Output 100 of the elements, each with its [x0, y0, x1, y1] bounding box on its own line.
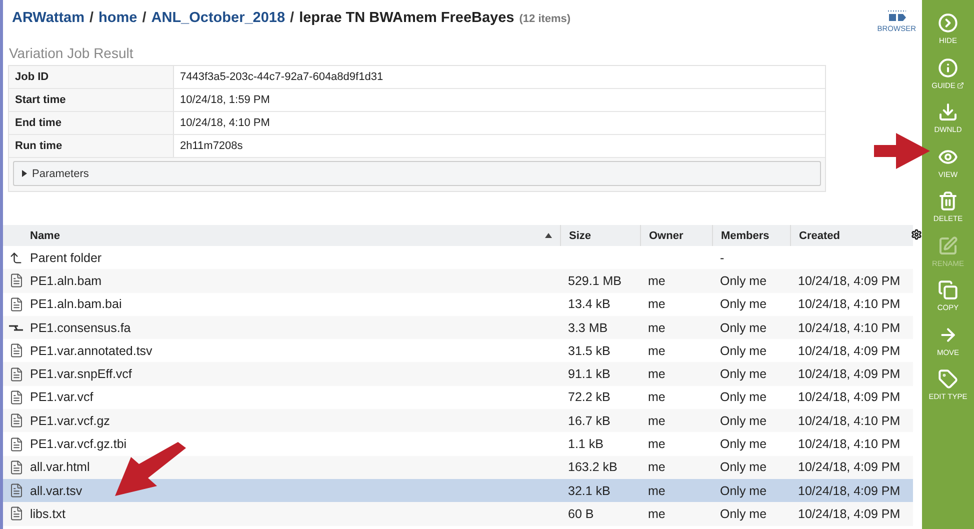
table-cell: me: [648, 484, 666, 498]
file-row[interactable]: all.var.tsv 32.1 kB me Only me 10/24/18, 4:09 PM: [3, 478, 913, 502]
table-cell: -: [720, 250, 724, 265]
table-cell: 60 B: [568, 506, 594, 521]
file-row[interactable]: PE1.aln.bam 529.1 MB me Only me 10/24/18, 4:09 PM: [3, 269, 913, 293]
up-arrow-icon: [9, 250, 23, 265]
table-cell: me: [648, 460, 666, 474]
file-icon: [9, 506, 24, 522]
table-cell: me: [648, 437, 666, 452]
job-field-value: 10/24/18, 1:59 PM: [174, 89, 825, 111]
copy-icon: [938, 280, 958, 300]
table-cell: 10/24/18, 4:09 PM: [798, 484, 900, 498]
table-cell: me: [648, 367, 666, 382]
table-cell: 13.4 kB: [568, 297, 610, 312]
chevron-icon: [938, 13, 958, 34]
file-icon: [9, 483, 24, 498]
table-cell: Only me: [720, 460, 767, 474]
external-link-icon: [957, 82, 964, 89]
table-cell: me: [648, 344, 666, 358]
settings-icon[interactable]: [911, 229, 922, 240]
table-cell: 10/24/18, 4:09 PM: [798, 367, 900, 382]
breadcrumb-link[interactable]: home: [98, 10, 138, 26]
file-row[interactable]: PE1.var.vcf.gz 16.7 kB me Only me 10/24/18, 4:10 PM: [3, 409, 913, 432]
table-cell: 10/24/18, 4:10 PM: [798, 414, 900, 428]
table-cell: Only me: [720, 320, 767, 335]
parameters-toggle[interactable]: Parameters: [13, 161, 821, 186]
table-cell: 3.3 MB: [568, 320, 608, 335]
file-name: PE1.aln.bam: [30, 274, 102, 288]
table-cell: Only me: [720, 297, 767, 312]
table-cell: Only me: [720, 414, 767, 428]
table-cell: 16.7 kB: [568, 414, 610, 428]
job-field-value: 2h11m7208s: [174, 135, 825, 157]
browser-icon: [886, 10, 907, 22]
file-icon: [9, 273, 24, 288]
breadcrumb-separator: /: [90, 10, 94, 26]
table-cell: 163.2 kB: [568, 460, 618, 474]
table-cell: 10/24/18, 4:09 PM: [798, 460, 900, 474]
table-cell: 91.1 kB: [568, 367, 610, 382]
download-icon: [938, 102, 958, 122]
table-cell: me: [648, 297, 666, 312]
tag-icon: [938, 369, 958, 390]
info-icon: [938, 58, 958, 78]
file-row[interactable]: libs.txt 60 B me Only me 10/24/18, 4:09 PM: [3, 502, 913, 526]
table-cell: 10/24/18, 4:09 PM: [798, 274, 900, 288]
breadcrumb-separator: /: [142, 10, 146, 26]
sort-arrow-icon: [545, 233, 552, 238]
table-cell: 10/24/18, 4:09 PM: [798, 506, 900, 521]
table-cell: 1.1 kB: [568, 437, 604, 452]
table-cell: Only me: [720, 390, 767, 404]
table-cell: 31.5 kB: [568, 344, 610, 358]
annotation-arrow: [874, 133, 930, 169]
file-icon: [9, 390, 24, 405]
job-field-value: 7443f3a5-203c-44c7-92a7-604a8d9f1d31: [174, 66, 825, 88]
table-cell: 10/24/18, 4:09 PM: [798, 390, 900, 404]
column-header[interactable]: Name: [30, 225, 560, 246]
table-cell: me: [648, 506, 666, 521]
contigs-icon: [9, 324, 23, 332]
table-cell: Only me: [720, 344, 767, 358]
file-name: all.var.tsv: [30, 484, 82, 498]
file-name: PE1.aln.bam.bai: [30, 297, 122, 312]
file-name: libs.txt: [30, 506, 66, 521]
job-field-value: 10/24/18, 4:10 PM: [174, 112, 825, 134]
file-name: PE1.var.vcf: [30, 390, 94, 404]
file-name: PE1.var.snpEff.vcf: [30, 367, 132, 382]
section-title: Variation Job Result: [8, 44, 134, 63]
table-cell: me: [648, 320, 666, 335]
file-icon: [9, 436, 24, 452]
file-icon: [9, 413, 24, 428]
breadcrumb-separator: /: [290, 10, 294, 26]
file-icon: [9, 460, 24, 475]
file-row[interactable]: PE1.consensus.fa 3.3 MB me Only me 10/24/18, 4:10 PM: [3, 316, 913, 340]
table-cell: 10/24/18, 4:10 PM: [798, 320, 900, 335]
file-icon: [9, 343, 24, 358]
table-cell: Only me: [720, 274, 767, 288]
file-row[interactable]: PE1.var.snpEff.vcf 91.1 kB me Only me 10/24/18, 4:09 PM: [3, 362, 913, 386]
trash-icon: [938, 191, 958, 212]
file-icon: [9, 296, 24, 312]
table-cell: Only me: [720, 367, 767, 382]
table-cell: 10/24/18, 4:09 PM: [798, 344, 900, 358]
file-name: PE1.var.annotated.tsv: [30, 344, 152, 358]
folder-name: leprae TN BWAmem FreeBayes: [299, 10, 514, 26]
table-cell: Only me: [720, 506, 767, 521]
breadcrumb-link[interactable]: ARWattam: [12, 10, 85, 26]
expand-triangle-icon: [22, 170, 28, 177]
file-name: PE1.consensus.fa: [30, 320, 131, 335]
file-name: all.var.html: [30, 460, 90, 474]
table-cell: me: [648, 274, 666, 288]
file-name: PE1.var.vcf.gz.tbi: [30, 437, 127, 452]
table-cell: me: [648, 414, 666, 428]
table-cell: Only me: [720, 484, 767, 498]
table-cell: 72.2 kB: [568, 390, 610, 404]
file-row[interactable]: all.var.html 163.2 kB me Only me 10/24/18, 4:09 PM: [3, 456, 913, 479]
table-cell: 32.1 kB: [568, 484, 610, 498]
file-icon: [9, 366, 24, 382]
item-count: (12 items): [519, 13, 571, 25]
edit-icon: [938, 236, 958, 256]
table-cell: 10/24/18, 4:10 PM: [798, 437, 900, 452]
breadcrumb-link[interactable]: ANL_October_2018: [151, 10, 286, 26]
table-cell: Only me: [720, 437, 767, 452]
table-cell: 10/24/18, 4:10 PM: [798, 297, 900, 312]
